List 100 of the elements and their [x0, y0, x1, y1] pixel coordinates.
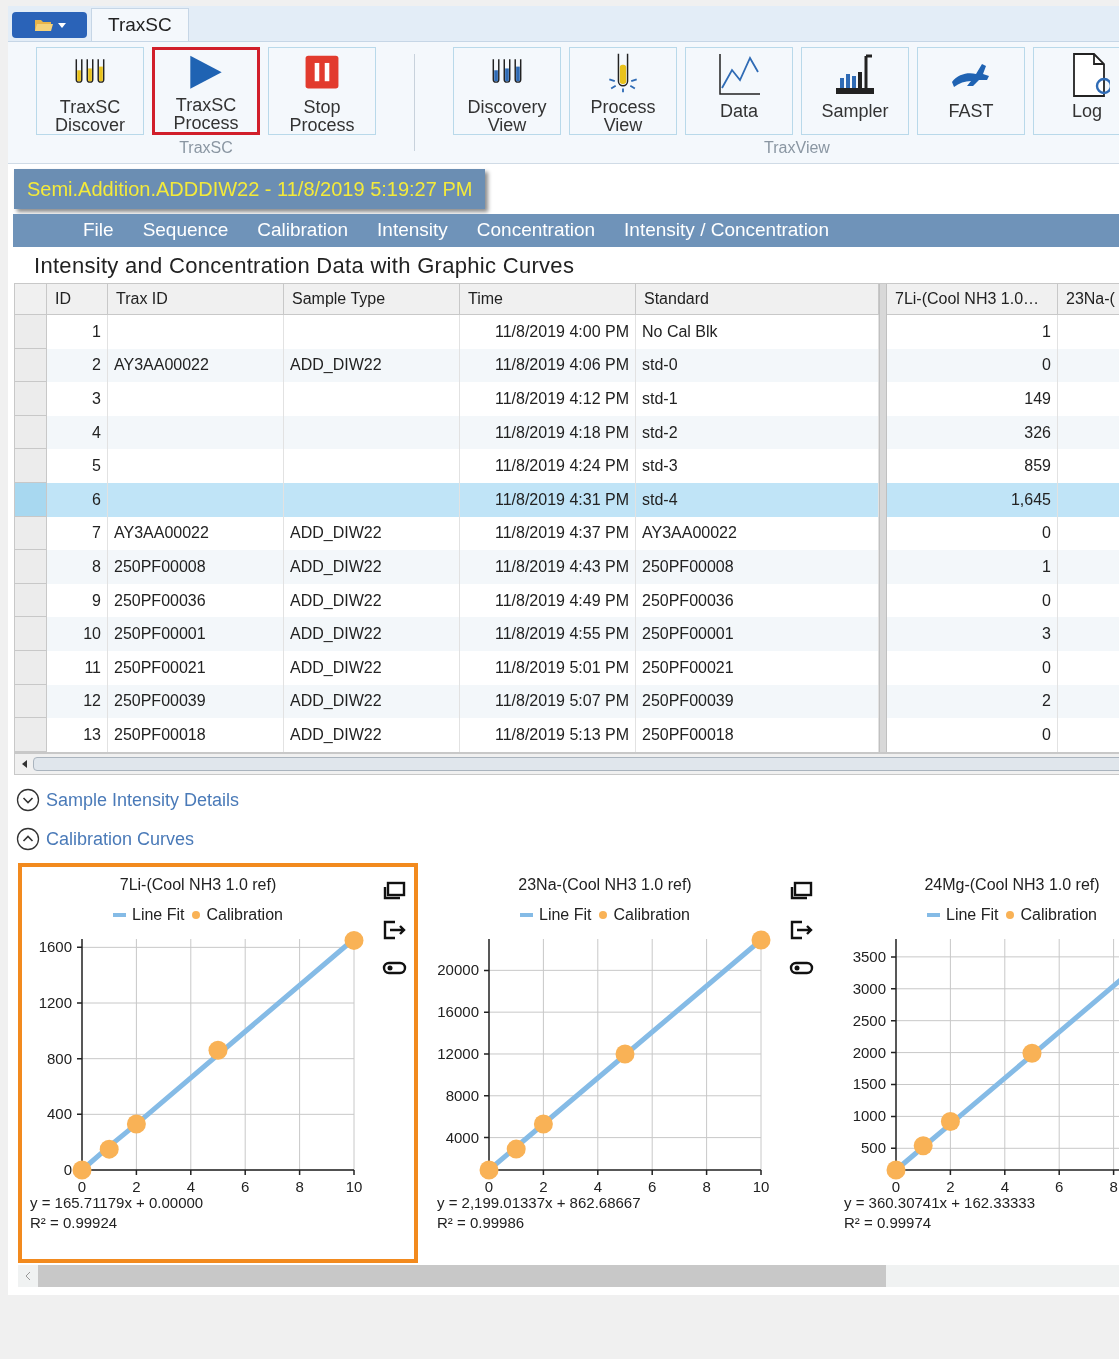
- row-header[interactable]: [15, 550, 47, 584]
- horizontal-scrollbar[interactable]: [18, 1264, 1119, 1287]
- chevron-up-icon: [16, 827, 40, 852]
- tick-label: 16000: [437, 1002, 479, 1020]
- legend-label: Line Fit: [946, 904, 999, 925]
- table-cell: 250PF00001: [108, 617, 284, 651]
- section-toggle[interactable]: Sample Intensity Details: [16, 786, 1119, 814]
- table-cell: 10: [47, 617, 108, 651]
- tick-label: 12000: [437, 1044, 479, 1062]
- data-point: [344, 930, 364, 950]
- table-cell: 250PF00018: [108, 718, 284, 752]
- section-toggle[interactable]: Calibration Curves: [16, 825, 1119, 853]
- chart-card[interactable]: 23Na-(Cool NH3 1.0 ref) Line Fit Calibration 0 2 4 6 8 10 4000 8000 12000 16000 20000 y = 2,199.01337x + 862.68667 R² = 0.99986: [425, 862, 825, 1263]
- chart-card[interactable]: 7Li-(Cool NH3 1.0 ref) Line Fit Calibration 0 2 4 6 8 10 0 400 800 1200 1600 y = 165.71179x + 0.00000 R² = 0.99924: [18, 862, 418, 1263]
- row-header[interactable]: [15, 415, 47, 450]
- data-point: [72, 1160, 92, 1180]
- table-row[interactable]: 10 250PF00001 ADD_DIW22 11/8/2019 4:55 PM 250PF00001 3: [15, 617, 1119, 651]
- tick-label: 2: [132, 1177, 141, 1195]
- legend-label: Calibration: [613, 904, 690, 925]
- column-header[interactable]: Sample Type: [284, 284, 460, 314]
- folder-menu-button[interactable]: [12, 12, 87, 38]
- tick-label: 2: [946, 1177, 955, 1195]
- row-header[interactable]: [15, 449, 47, 483]
- chart-card[interactable]: 24Mg-(Cool NH3 1.0 ref) Line Fit Calibration 0 2 4 6 8 500 1000 1500 2000 2500 3000 3500 y = 360.30741x + 162.33333 R² = 0.99974: [832, 862, 1119, 1263]
- ribbon-button[interactable]: Log: [1033, 47, 1119, 135]
- table-cell: 11/8/2019 4:31 PM: [460, 482, 636, 517]
- tick-label: 10: [345, 1177, 363, 1195]
- row-header[interactable]: [15, 315, 47, 349]
- ribbon-button[interactable]: Sampler: [801, 47, 909, 135]
- tick-label: 4000: [445, 1128, 479, 1146]
- table-cell: 11/8/2019 4:24 PM: [460, 449, 636, 483]
- tick-label: 2000: [852, 1043, 886, 1061]
- tick-label: 800: [46, 1049, 72, 1067]
- caret-icon: [57, 22, 66, 28]
- ribbon-button[interactable]: TraxSC Discover: [36, 47, 144, 135]
- column-splitter[interactable]: [879, 284, 887, 752]
- column-header[interactable]: Time: [460, 284, 636, 314]
- ribbon-tab[interactable]: TraxSC: [91, 8, 189, 41]
- tick-label: 0: [484, 1177, 494, 1195]
- tick-label: 0: [891, 1177, 901, 1195]
- tick-label: 3000: [852, 979, 886, 997]
- tick-label: 4: [186, 1177, 195, 1195]
- section-heading: Intensity and Concentration Data with Graphic Curves: [33, 251, 576, 280]
- table-cell: 11/8/2019 4:55 PM: [460, 617, 636, 651]
- table-cell: 5: [47, 449, 108, 483]
- row-header[interactable]: [15, 583, 47, 618]
- data-point: [751, 930, 771, 950]
- row-header[interactable]: [15, 684, 47, 719]
- ribbon-button[interactable]: Stop Process: [268, 47, 376, 135]
- equation-text: y = 165.71179x + 0.00000: [29, 1192, 204, 1213]
- table-cell: 3: [47, 382, 108, 416]
- table-row[interactable]: 8 250PF00008 ADD_DIW22 11/8/2019 4:43 PM 250PF00008 1: [15, 550, 1119, 584]
- row-header[interactable]: [15, 482, 47, 517]
- table-cell: 8: [47, 550, 108, 584]
- legend-label: Line Fit: [539, 904, 592, 925]
- tick-label: 1600: [38, 938, 72, 956]
- ribbon-button[interactable]: FAST: [917, 47, 1025, 135]
- row-header[interactable]: [15, 382, 47, 416]
- chevron-down-icon: [16, 788, 40, 813]
- scroll-thumb[interactable]: [33, 756, 1119, 771]
- table-cell: ADD_DIW22: [284, 718, 460, 752]
- data-point: [533, 1114, 553, 1134]
- tick-label: 4: [1000, 1177, 1009, 1195]
- chart-title: 24Mg-(Cool NH3 1.0 ref): [924, 874, 1100, 895]
- row-header[interactable]: [15, 516, 47, 551]
- data-point: [126, 1114, 146, 1134]
- tick-label: 4: [593, 1177, 602, 1195]
- tick-label: 6: [1055, 1177, 1064, 1195]
- row-header[interactable]: [15, 348, 47, 383]
- row-header[interactable]: [15, 617, 47, 651]
- row-header[interactable]: [15, 650, 47, 685]
- data-point: [615, 1044, 635, 1064]
- table-cell: 11/8/2019 5:13 PM: [460, 718, 636, 752]
- table-cell: 11/8/2019 4:00 PM: [460, 315, 636, 349]
- ribbon-button[interactable]: TraxSC Process: [152, 47, 260, 135]
- tick-label: 8000: [445, 1086, 479, 1104]
- table-row[interactable]: 6 11/8/2019 4:31 PM std-4 1,645: [15, 482, 1119, 517]
- table-cell: ADD_DIW22: [284, 550, 460, 584]
- tick-label: 8: [702, 1177, 711, 1195]
- tick-label: 2: [539, 1177, 548, 1195]
- data-point: [913, 1135, 933, 1155]
- column-header[interactable]: 23Na-(: [1058, 284, 1119, 314]
- horizontal-scrollbar[interactable]: [14, 752, 1119, 775]
- ribbon-button[interactable]: Data: [685, 47, 793, 135]
- ribbon-button[interactable]: Discovery View: [453, 47, 561, 135]
- table-cell: ADD_DIW22: [284, 650, 460, 685]
- column-header[interactable]: Trax ID: [108, 284, 284, 314]
- column-header[interactable]: ID: [47, 284, 108, 314]
- tick-label: 3500: [852, 947, 886, 965]
- scroll-thumb[interactable]: [38, 1264, 886, 1287]
- tick-label: 1200: [38, 993, 72, 1011]
- left-arrow-icon: [21, 759, 27, 768]
- tick-label: 10: [752, 1177, 770, 1195]
- ribbon-button[interactable]: Process View: [569, 47, 677, 135]
- table-cell: 11/8/2019 4:12 PM: [460, 382, 636, 416]
- table-cell: 6: [47, 482, 108, 517]
- table-row[interactable]: 2 AY3AA00022 ADD_DIW22 11/8/2019 4:06 PM std-0 0: [15, 348, 1119, 383]
- table-row[interactable]: 12 250PF00039 ADD_DIW22 11/8/2019 5:07 PM 250PF00039 2: [15, 684, 1119, 719]
- table-row[interactable]: 4 11/8/2019 4:18 PM std-2 326: [15, 415, 1119, 450]
- r-squared-text: R² = 0.99986: [436, 1212, 525, 1233]
